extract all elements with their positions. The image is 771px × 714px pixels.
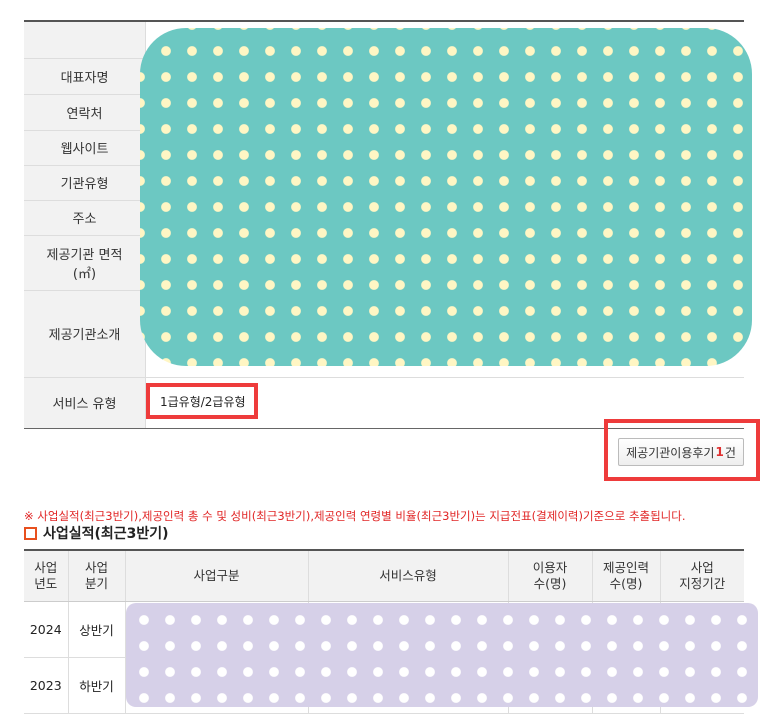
col-header-service-type: 서비스유형 [308,550,509,602]
col-header-staff: 제공인력 수(명) [592,550,661,602]
review-button-label: 제공기관이용후기 [626,445,715,460]
cell-year: 2024 [24,601,69,658]
section-title: 사업실적(최근3반기) [24,523,169,543]
notice-text: ※ 사업실적(최근3반기),제공인력 총 수 및 성비(최근3반기),제공인력 … [24,509,686,523]
square-bullet-icon [24,526,37,540]
review-unit: 건 [724,445,736,460]
redaction-pattern-table [126,603,758,707]
info-label-area: 제공기관 면적 (㎡) [24,235,146,291]
col-header-business-type: 사업구분 [125,550,309,602]
cell-year: 2023 [24,657,69,714]
info-label-representative: 대표자명 [24,58,146,95]
info-label-area-line1: 제공기관 면적 [46,247,123,263]
cell-half: 하반기 [68,657,126,714]
info-label-address: 주소 [24,200,146,236]
col-header-period: 사업 지정기간 [660,550,744,602]
info-label-intro: 제공기관소개 [24,290,146,378]
provider-review-button[interactable]: 제공기관이용후기 1 건 [618,438,744,466]
col-header-users: 이용자 수(명) [508,550,593,602]
info-label-website: 웹사이트 [24,130,146,166]
info-label-area-unit: (㎡) [72,266,97,282]
col-header-half: 사업 분기 [68,550,126,602]
review-count: 1 [715,445,724,459]
col-header-year: 사업 년도 [24,550,69,602]
section-title-text: 사업실적(최근3반기) [43,526,169,542]
cell-half: 상반기 [68,601,126,658]
info-label-blank [24,21,146,59]
service-type-value: 1급유형/2급유형 [146,383,258,419]
info-label-service-type: 서비스 유형 [24,377,146,429]
redaction-pattern [140,28,752,366]
info-label-contact: 연락처 [24,94,146,131]
service-type-text: 1급유형/2급유형 [160,394,246,409]
info-label-org-type: 기관유형 [24,165,146,201]
